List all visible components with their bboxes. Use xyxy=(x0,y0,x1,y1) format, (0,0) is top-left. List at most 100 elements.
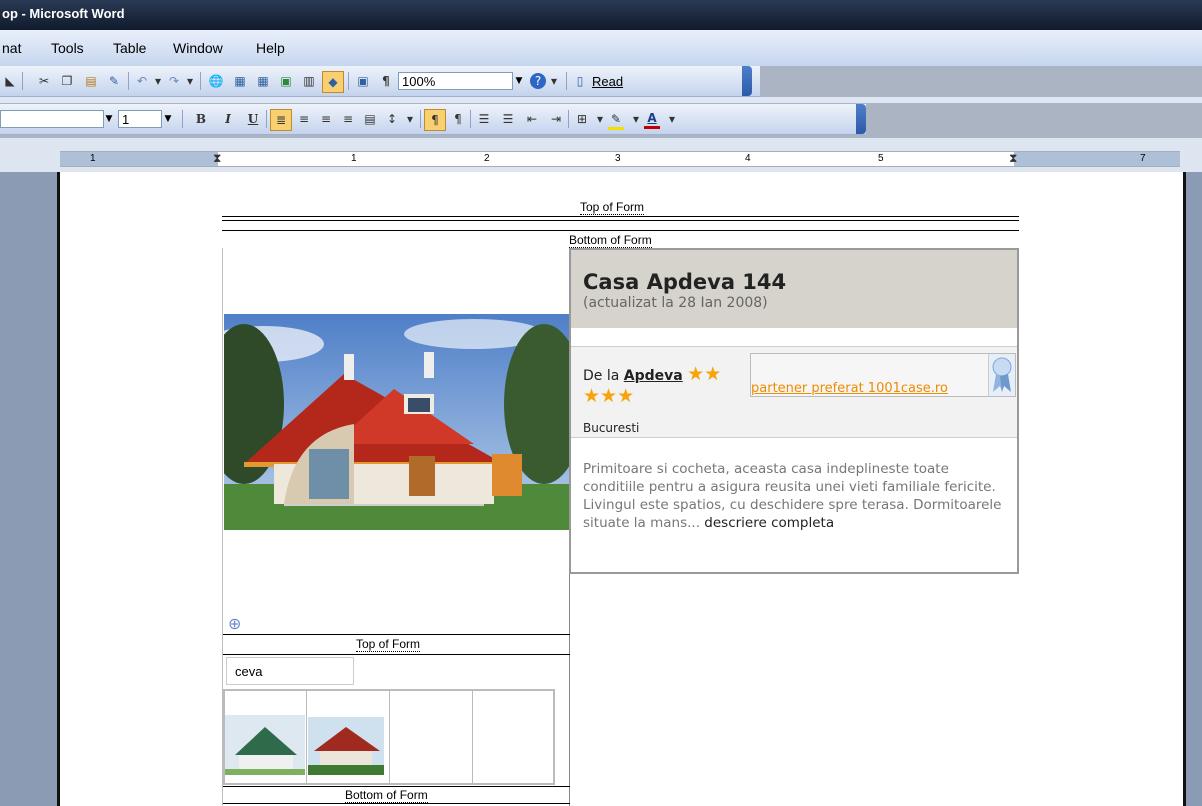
menu-window[interactable]: Window xyxy=(173,40,223,56)
align-right-icon[interactable]: ≡ xyxy=(318,111,334,127)
rating-stars-icon: ★★★ xyxy=(583,385,635,407)
ruler-label: 1 xyxy=(351,153,357,164)
underline-icon[interactable]: U xyxy=(245,111,261,127)
highlight-icon[interactable]: ✎ xyxy=(608,111,624,130)
read-button[interactable]: Read xyxy=(592,74,623,89)
font-size-select[interactable]: 1 xyxy=(118,110,162,128)
chevron-down-icon[interactable]: ▼ xyxy=(513,72,525,90)
separator xyxy=(566,72,567,90)
thumbnail-cell[interactable] xyxy=(225,691,307,783)
borders-dropdown-icon[interactable]: ▾ xyxy=(592,111,608,127)
listing-updated: (actualizat la 28 Ian 2008) xyxy=(583,295,768,311)
thumbnail-strip xyxy=(223,689,555,785)
borders-icon[interactable]: ⊞ xyxy=(574,111,590,127)
show-hide-icon[interactable]: ¶ xyxy=(378,73,394,89)
numbering-icon[interactable]: ☰ xyxy=(476,111,492,127)
separator xyxy=(420,110,421,128)
separator xyxy=(266,110,267,128)
line-spacing-icon[interactable]: ↕ xyxy=(384,111,400,127)
thumbnail-cell-empty[interactable] xyxy=(474,691,556,783)
rtl-icon[interactable]: ¶ xyxy=(450,111,466,127)
italic-icon[interactable]: I xyxy=(220,111,236,127)
standard-toolbar: ◣ ✂ ❐ ▤ ✎ ↶ ▾ ↷ ▾ 🌐 ▦ ▦ ▣ ▥ ◆ ▣ ¶ 100% ▼… xyxy=(0,66,760,97)
redo-dropdown-icon[interactable]: ▾ xyxy=(182,73,198,89)
chevron-down-icon[interactable]: ▼ xyxy=(162,110,174,128)
document-map-icon[interactable]: ▣ xyxy=(355,73,371,89)
bold-icon[interactable]: B xyxy=(193,111,209,127)
redo-icon[interactable]: ↷ xyxy=(166,73,182,89)
align-left-icon[interactable]: ≣ xyxy=(270,109,292,131)
partner-link[interactable]: partener preferat 1001case.ro xyxy=(751,381,948,396)
thumbnail-cell-empty[interactable] xyxy=(391,691,473,783)
ruler-label: 4 xyxy=(745,153,751,164)
toolbar-grip[interactable] xyxy=(742,66,752,96)
seller-line: De la Apdeva ★★ xyxy=(583,363,721,385)
thumbnail-cell[interactable] xyxy=(308,691,390,783)
form-line xyxy=(223,786,570,787)
insert-excel-icon[interactable]: ▣ xyxy=(278,73,294,89)
undo-icon[interactable]: ↶ xyxy=(134,73,150,89)
read-icon[interactable]: ▯ xyxy=(572,73,588,89)
justify-icon[interactable]: ≡ xyxy=(340,111,356,127)
horizontal-ruler[interactable]: 1 1 2 3 4 5 7 ⧗ ⧗ xyxy=(60,151,1180,167)
drawing-icon[interactable]: ◆ xyxy=(322,71,344,93)
help-icon[interactable]: ? xyxy=(530,73,546,89)
paste-icon[interactable]: ▤ xyxy=(83,73,99,89)
format-painter-icon[interactable]: ✎ xyxy=(106,73,122,89)
help-dropdown-icon[interactable]: ▾ xyxy=(546,73,562,89)
align-center-icon[interactable]: ≡ xyxy=(296,111,312,127)
cut-icon[interactable]: ✂ xyxy=(36,73,52,89)
copy-icon[interactable]: ❐ xyxy=(59,73,75,89)
top-of-form-label: Top of Form xyxy=(580,200,645,215)
hyperlink-icon[interactable]: 🌐 xyxy=(208,73,224,89)
separator xyxy=(22,72,23,90)
menu-format[interactable]: nat xyxy=(2,40,21,56)
menu-tools[interactable]: Tools xyxy=(51,40,84,56)
line-spacing-dropdown-icon[interactable]: ▾ xyxy=(402,111,418,127)
tb-icon-partial[interactable]: ◣ xyxy=(2,73,18,89)
zoom-select[interactable]: 100% xyxy=(398,72,513,90)
ruler-label: 2 xyxy=(484,153,490,164)
partner-box: partener preferat 1001case.ro xyxy=(750,353,1016,397)
formatting-toolbar: ▼ 1 ▼ B I U ≣ ≡ ≡ ≡ ▤ ↕ ▾ ¶ ¶ ☰ ☰ ⇤ ⇥ ⊞ … xyxy=(0,104,866,135)
search-input[interactable]: ceva xyxy=(226,657,354,685)
highlight-dropdown-icon[interactable]: ▾ xyxy=(628,111,644,127)
separator xyxy=(348,72,349,90)
form-line xyxy=(222,230,1019,231)
menu-help[interactable]: Help xyxy=(256,40,285,56)
listing-card: Casa Apdeva 144 (actualizat la 28 Ian 20… xyxy=(569,248,1019,574)
zoom-in-icon[interactable]: ⊕ xyxy=(228,614,241,633)
form-line xyxy=(223,803,570,804)
card-seller-band: De la Apdeva ★★ ★★★ partener preferat 10… xyxy=(571,346,1017,438)
font-color-dropdown-icon[interactable]: ▾ xyxy=(664,111,680,127)
read-more-link[interactable]: descriere completa xyxy=(704,515,834,531)
tables-borders-icon[interactable]: ▦ xyxy=(232,73,248,89)
undo-dropdown-icon[interactable]: ▾ xyxy=(150,73,166,89)
menu-bar: nat Tools Table Window Help xyxy=(0,30,1202,66)
bottom-of-form-label-2: Bottom of Form xyxy=(345,788,428,803)
house-image[interactable] xyxy=(224,314,569,530)
right-indent-marker-icon[interactable]: ⧗ xyxy=(1009,152,1017,164)
thumbnail-house-green[interactable] xyxy=(225,715,305,775)
ruler-margin-right xyxy=(1014,152,1180,166)
distributed-icon[interactable]: ▤ xyxy=(362,111,378,127)
left-indent-marker-icon[interactable]: ⧗ xyxy=(213,152,221,164)
chevron-down-icon[interactable]: ▼ xyxy=(103,110,115,128)
bullets-icon[interactable]: ☰ xyxy=(500,111,516,127)
decrease-indent-icon[interactable]: ⇤ xyxy=(524,111,540,127)
listing-title: Casa Apdeva 144 xyxy=(583,270,787,294)
toolbar-grip[interactable] xyxy=(856,104,866,134)
increase-indent-icon[interactable]: ⇥ xyxy=(548,111,564,127)
ruler-label: 7 xyxy=(1140,153,1146,164)
font-select[interactable] xyxy=(0,110,104,128)
listing-description: Primitoare si cocheta, aceasta casa inde… xyxy=(583,460,1013,532)
columns-icon[interactable]: ▥ xyxy=(301,73,317,89)
menu-table[interactable]: Table xyxy=(113,40,146,56)
font-color-icon[interactable]: A xyxy=(644,110,660,129)
seller-prefix: De la xyxy=(583,368,620,384)
seller-link[interactable]: Apdeva xyxy=(624,368,683,384)
thumbnail-house-red[interactable] xyxy=(308,717,384,775)
card-header: Casa Apdeva 144 (actualizat la 28 Ian 20… xyxy=(571,250,1017,328)
ltr-icon[interactable]: ¶ xyxy=(424,109,446,131)
insert-table-icon[interactable]: ▦ xyxy=(255,73,271,89)
